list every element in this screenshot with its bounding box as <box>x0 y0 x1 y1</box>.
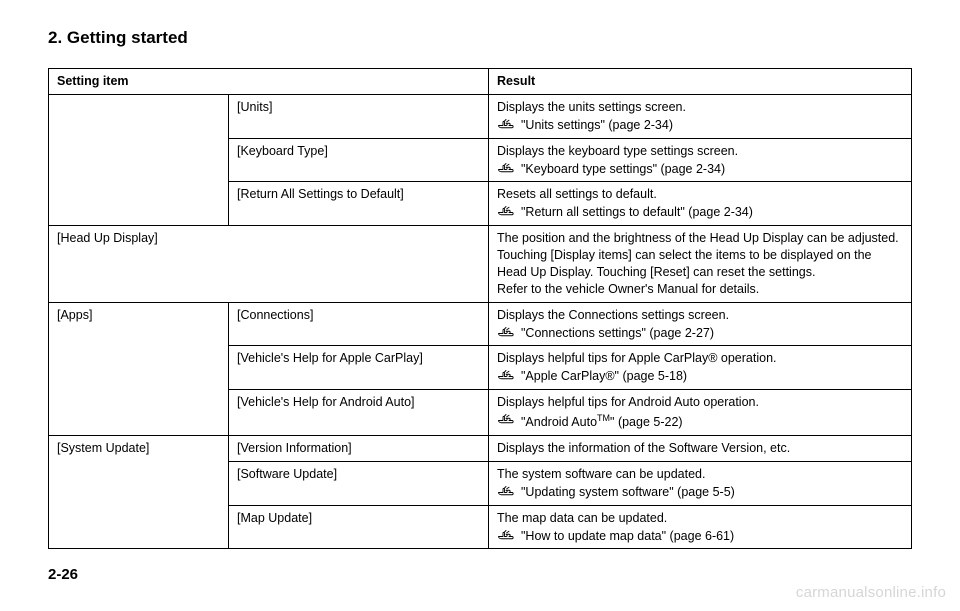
cell-result: The position and the brightness of the H… <box>489 226 912 303</box>
ref-text: "Units settings" (page 2-34) <box>521 117 673 134</box>
cell-result: Displays the units settings screen. "Uni… <box>489 94 912 138</box>
ref-text: "Android AutoTM" (page 5-22) <box>521 412 683 431</box>
table-header-row: Setting item Result <box>49 69 912 95</box>
cell-result: Displays helpful tips for Android Auto o… <box>489 390 912 436</box>
cell-result: Displays the keyboard type settings scre… <box>489 138 912 182</box>
result-ref: "Apple CarPlay®" (page 5-18) <box>497 368 903 385</box>
hand-pointer-icon <box>497 369 515 381</box>
cell-sub: [Return All Settings to Default] <box>229 182 489 226</box>
result-text: The position and the brightness of the H… <box>497 230 903 298</box>
header-setting-item: Setting item <box>49 69 489 95</box>
page-number: 2-26 <box>48 566 78 583</box>
result-ref: "Keyboard type settings" (page 2-34) <box>497 161 903 178</box>
cell-parent: [Apps] <box>49 302 229 435</box>
section-heading: 2. Getting started <box>48 28 912 48</box>
cell-result: Displays the information of the Software… <box>489 436 912 462</box>
watermark: carmanualsonline.info <box>796 584 946 601</box>
result-text: The system software can be updated. <box>497 466 903 483</box>
cell-sub: [Vehicle's Help for Apple CarPlay] <box>229 346 489 390</box>
cell-result: The map data can be updated. "How to upd… <box>489 505 912 549</box>
cell-parent <box>49 94 229 225</box>
hand-pointer-icon <box>497 326 515 338</box>
header-result: Result <box>489 69 912 95</box>
result-ref: "Updating system software" (page 5-5) <box>497 484 903 501</box>
ref-text: "Return all settings to default" (page 2… <box>521 204 753 221</box>
hand-pointer-icon <box>497 485 515 497</box>
cell-result: Displays the Connections settings screen… <box>489 302 912 346</box>
hand-pointer-icon <box>497 413 515 425</box>
result-text: Resets all settings to default. <box>497 186 903 203</box>
cell-sub: [Keyboard Type] <box>229 138 489 182</box>
result-text: Displays the information of the Software… <box>497 440 903 457</box>
table-row: [Units] Displays the units settings scre… <box>49 94 912 138</box>
cell-result: Displays helpful tips for Apple CarPlay®… <box>489 346 912 390</box>
result-text: Displays helpful tips for Apple CarPlay®… <box>497 350 903 367</box>
hand-pointer-icon <box>497 118 515 130</box>
cell-parent: [System Update] <box>49 436 229 549</box>
cell-result: Resets all settings to default. "Return … <box>489 182 912 226</box>
hand-pointer-icon <box>497 529 515 541</box>
ref-text: "Updating system software" (page 5-5) <box>521 484 735 501</box>
table-row: [Apps] [Connections] Displays the Connec… <box>49 302 912 346</box>
hand-pointer-icon <box>497 205 515 217</box>
table-row: [System Update] [Version Information] Di… <box>49 436 912 462</box>
result-ref: "Return all settings to default" (page 2… <box>497 204 903 221</box>
result-ref: "Connections settings" (page 2-27) <box>497 325 903 342</box>
result-ref: "How to update map data" (page 6-61) <box>497 528 903 545</box>
table-row: [Head Up Display] The position and the b… <box>49 226 912 303</box>
cell-sub: [Software Update] <box>229 461 489 505</box>
result-text: The map data can be updated. <box>497 510 903 527</box>
result-text: Displays the keyboard type settings scre… <box>497 143 903 160</box>
cell-sub: [Units] <box>229 94 489 138</box>
result-text: Displays the units settings screen. <box>497 99 903 116</box>
cell-sub: [Map Update] <box>229 505 489 549</box>
result-ref: "Units settings" (page 2-34) <box>497 117 903 134</box>
cell-sub: [Connections] <box>229 302 489 346</box>
hand-pointer-icon <box>497 162 515 174</box>
result-text: Displays helpful tips for Android Auto o… <box>497 394 903 411</box>
cell-sub: [Version Information] <box>229 436 489 462</box>
cell-parent: [Head Up Display] <box>49 226 489 303</box>
result-text: Displays the Connections settings screen… <box>497 307 903 324</box>
ref-text: "Connections settings" (page 2-27) <box>521 325 714 342</box>
result-ref: "Android AutoTM" (page 5-22) <box>497 412 903 431</box>
cell-sub: [Vehicle's Help for Android Auto] <box>229 390 489 436</box>
ref-text: "Apple CarPlay®" (page 5-18) <box>521 368 687 385</box>
cell-result: The system software can be updated. "Upd… <box>489 461 912 505</box>
ref-text: "Keyboard type settings" (page 2-34) <box>521 161 725 178</box>
ref-text: "How to update map data" (page 6-61) <box>521 528 734 545</box>
settings-table: Setting item Result [Units] Displays the… <box>48 68 912 549</box>
